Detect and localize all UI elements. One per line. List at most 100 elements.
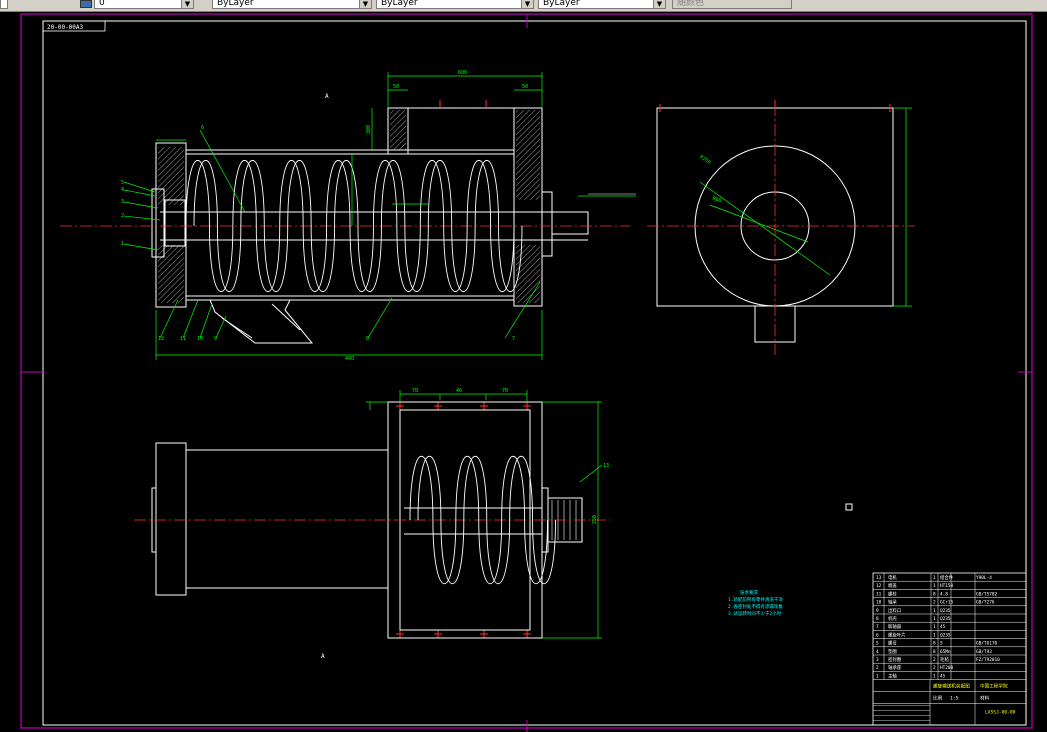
bom-row: 4 垫圈 8 65Mn GB/T93 xyxy=(873,648,1026,656)
front-section-view xyxy=(60,107,636,344)
frame-label: 20-00-00A3 xyxy=(47,24,84,31)
bom-cell-qty: 1 xyxy=(933,575,936,581)
bom-cell-qty: 2 xyxy=(933,657,936,663)
bom-cell-qty: 1 xyxy=(933,583,936,589)
bom-cell-std: GB/T5782 xyxy=(976,591,998,597)
bom-cell-name: 轴承座 xyxy=(888,664,902,671)
drawing-canvas[interactable]: 20-00-00A3 A A 600 50 50 300 6 5 4 3 2 1… xyxy=(0,0,1047,732)
center-ticks xyxy=(396,100,531,638)
bom-cell-qty: 1 xyxy=(933,624,936,630)
bom-cell-mat: GCr15 xyxy=(940,600,954,606)
notes-line-3: 3.试运转时间不少于2小时 xyxy=(728,610,782,617)
bom-cell-mat: 45 xyxy=(940,624,946,630)
bom-row: 9 出料口 1 Q235 xyxy=(873,607,1026,615)
bom-row: 5 螺母 8 5 GB/T6170 xyxy=(873,640,1026,648)
balloon-13: 13 xyxy=(603,463,609,469)
bom-cell-no: 12 xyxy=(876,583,882,589)
view-label-top: A xyxy=(325,93,329,100)
radius-outer-label: R150 xyxy=(698,154,711,166)
dimension-texts-top: 70 46 70 250 13 xyxy=(412,388,609,524)
balloon-5: 5 xyxy=(121,180,124,186)
bom-cell-name: 螺母 xyxy=(888,640,897,647)
dimensions-front xyxy=(123,72,636,483)
bom-row: 10 轴承 2 GCr15 GB/T276 xyxy=(873,599,1026,607)
tb-drawing-no: LXSSJ-00-00 xyxy=(985,710,1016,716)
notes-line-1: 1.装配前所有零件清洗干净 xyxy=(728,596,783,603)
bom-cell-name: 电机 xyxy=(888,574,897,581)
view-label-bottom: A xyxy=(321,653,325,660)
notes-line-2: 2.各密封处不得有渗漏现象 xyxy=(728,603,783,610)
dim-right-small: 50 xyxy=(522,84,528,90)
balloon-3: 3 xyxy=(121,199,124,205)
dim-bottom-overall: 400 xyxy=(345,356,354,362)
bom-cell-std: Y90L-4 xyxy=(976,575,992,581)
dim-bottom-side: 250 xyxy=(592,515,598,524)
bom-row: 8 机壳 1 Q235 xyxy=(873,615,1026,623)
dim-bottom-left: 70 xyxy=(412,388,418,394)
bom-cell-name: 主轴 xyxy=(888,672,897,679)
bom-cell-name: 联轴器 xyxy=(888,623,902,630)
side-view xyxy=(647,100,915,355)
bom-cell-no: 8 xyxy=(876,616,879,622)
dim-bottom-right: 70 xyxy=(502,388,508,394)
bom-cell-mat: Q235 xyxy=(940,632,951,638)
balloon-10: 10 xyxy=(197,336,203,342)
tb-drawing-name: 螺旋输送机装配图 xyxy=(933,683,970,690)
bom-row: 13 电机 1 组合件 Y90L-4 xyxy=(873,574,1026,582)
bom-cell-mat: 45 xyxy=(940,673,946,679)
balloon-12: 12 xyxy=(158,336,164,342)
balloon-8: 8 xyxy=(366,336,369,342)
balloon-6: 6 xyxy=(201,125,204,131)
bom-cell-mat: HT150 xyxy=(940,583,954,589)
bom-cell-no: 1 xyxy=(876,673,879,679)
bom-cell-no: 6 xyxy=(876,632,879,638)
bom-row: 2 轴承座 2 HT200 xyxy=(873,664,1026,672)
bom-cell-std: GB/T93 xyxy=(976,649,992,655)
bom-cell-qty: 8 xyxy=(933,641,936,647)
bom-row: 1 主轴 1 45 xyxy=(873,672,1026,680)
notes-title: 技术要求 xyxy=(740,589,758,596)
bom-cell-no: 10 xyxy=(876,600,882,606)
tb-material-label: 材料 xyxy=(980,695,990,702)
bom-row: 7 联轴器 1 45 xyxy=(873,623,1026,631)
bom-row: 3 密封圈 2 毛毡 FZ/T92010 xyxy=(873,656,1026,664)
bom-cell-name: 端盖 xyxy=(888,582,897,589)
bom-cell-name: 螺旋叶片 xyxy=(888,631,906,638)
bom-cell-no: 9 xyxy=(876,608,879,614)
bom-cell-qty: 1 xyxy=(933,616,936,622)
bom-cell-no: 4 xyxy=(876,649,879,655)
balloon-9: 9 xyxy=(214,336,217,342)
bom-cell-no: 2 xyxy=(876,665,879,671)
bom-cell-mat: 组合件 xyxy=(940,574,954,581)
flight-turn xyxy=(232,160,281,292)
bom-row: 11 螺栓 8 4.8 GB/T5782 xyxy=(873,590,1026,598)
bom-cell-mat: Q235 xyxy=(940,616,951,622)
dim-side-height: 300 xyxy=(366,125,372,134)
bom-cell-qty: 8 xyxy=(933,591,936,597)
bom-cell-qty: 2 xyxy=(933,600,936,606)
bom-cell-std: GB/T6170 xyxy=(976,641,998,647)
bom-cell-qty: 1 xyxy=(933,632,936,638)
bom-cell-std: FZ/T92010 xyxy=(976,657,1000,663)
bom-cell-qty: 8 xyxy=(933,649,936,655)
bom-cell-name: 轴承 xyxy=(888,599,897,606)
bom-cell-name: 机壳 xyxy=(888,615,897,622)
tb-school: 中国工程学院 xyxy=(980,683,1008,690)
dim-left-small: 50 xyxy=(393,84,399,90)
bom-cell-qty: 1 xyxy=(933,608,936,614)
selection-grip[interactable] xyxy=(845,503,853,511)
balloon-2: 2 xyxy=(121,213,124,219)
bom-cell-name: 出料口 xyxy=(888,607,901,614)
bom-cell-no: 7 xyxy=(876,624,879,630)
bom-row: 6 螺旋叶片 1 Q235 xyxy=(873,631,1026,639)
bom-cell-std: GB/T276 xyxy=(976,600,995,606)
top-view xyxy=(134,390,610,639)
title-block: 13 电机 1 组合件 Y90L-412 端盖 1 HT15011 螺栓 8 4.8 GB/T5782… xyxy=(872,572,1027,726)
bom-cell-mat: 4.8 xyxy=(940,591,948,597)
bom-cell-no: 13 xyxy=(876,575,882,581)
dim-bottom-mid: 46 xyxy=(456,388,462,394)
balloon-7: 7 xyxy=(512,336,515,342)
bom-cell-no: 3 xyxy=(876,657,879,663)
bom-cell-qty: 2 xyxy=(933,665,936,671)
bom-row: 12 端盖 1 HT150 xyxy=(873,582,1026,590)
